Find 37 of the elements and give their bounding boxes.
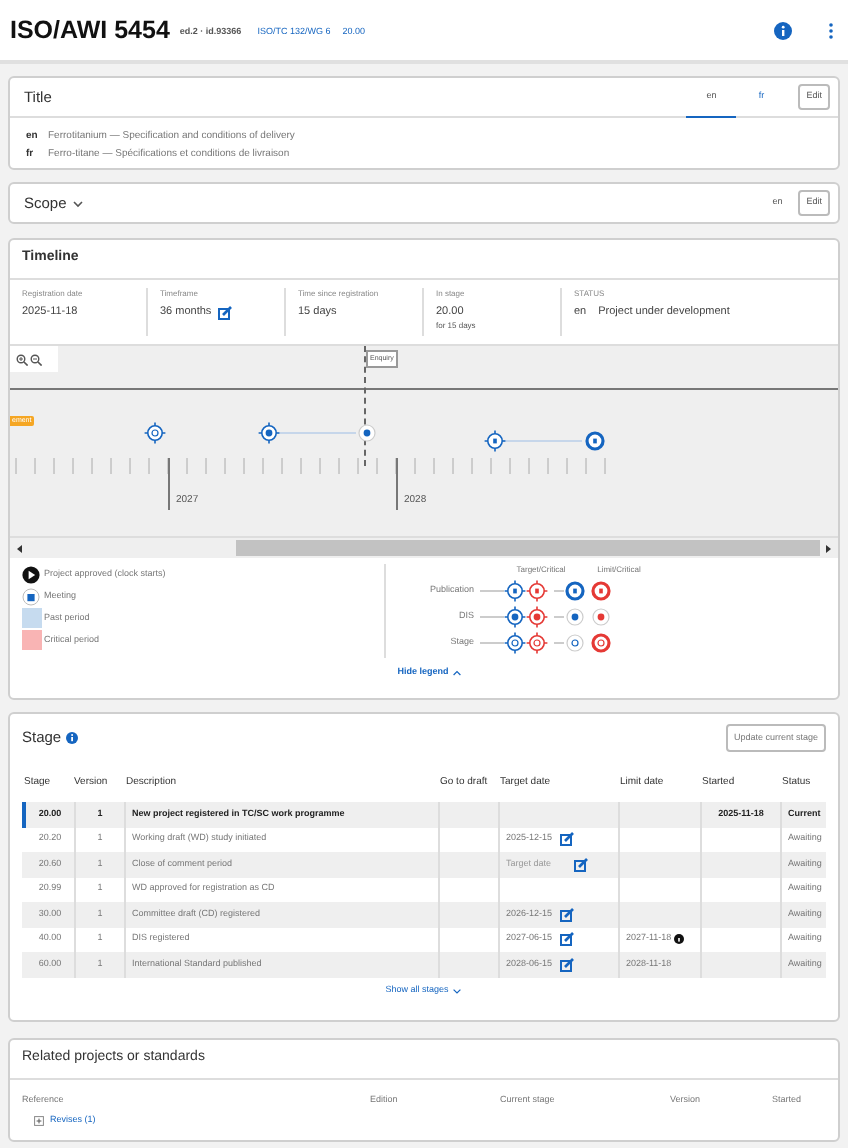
play-circle-icon bbox=[22, 565, 42, 583]
target-symbol-icon bbox=[504, 580, 526, 602]
critical-target-symbol-icon bbox=[526, 632, 548, 654]
critical-limit-symbol-icon bbox=[590, 606, 612, 628]
scroll-right-icon[interactable] bbox=[824, 543, 832, 553]
chevron-down-icon bbox=[452, 988, 463, 994]
critical-period-swatch bbox=[22, 630, 42, 650]
past-period-swatch bbox=[22, 608, 42, 628]
target-symbol-icon bbox=[504, 606, 526, 628]
edit-icon[interactable] bbox=[560, 907, 575, 922]
zoom-out-icon[interactable] bbox=[30, 353, 42, 365]
scroll-left-icon[interactable] bbox=[16, 543, 24, 553]
more-menu-icon[interactable] bbox=[828, 21, 834, 39]
meeting-icon bbox=[22, 587, 42, 605]
edit-icon[interactable] bbox=[574, 857, 588, 872]
target-marker-icon bbox=[143, 421, 165, 443]
target-marker-icon bbox=[257, 421, 279, 443]
scrollbar-thumb[interactable] bbox=[236, 540, 820, 556]
edit-icon[interactable] bbox=[560, 957, 575, 972]
target-symbol-icon bbox=[504, 632, 526, 654]
edit-icon[interactable] bbox=[560, 832, 575, 847]
zoom-in-icon[interactable] bbox=[16, 353, 28, 365]
expand-icon bbox=[34, 1115, 44, 1125]
limit-marker-icon bbox=[583, 429, 605, 451]
target-marker-icon bbox=[483, 429, 505, 451]
edit-icon[interactable] bbox=[217, 305, 232, 320]
edit-icon[interactable] bbox=[560, 932, 575, 947]
critical-limit-symbol-icon bbox=[590, 632, 612, 654]
info-icon[interactable] bbox=[673, 934, 684, 945]
chevron-down-icon[interactable] bbox=[72, 199, 85, 207]
critical-target-symbol-icon bbox=[526, 580, 548, 602]
critical-target-symbol-icon bbox=[526, 606, 548, 628]
document-title: ISO/AWI 5454 bbox=[10, 13, 170, 48]
limit-marker-icon bbox=[355, 421, 377, 443]
limit-symbol-icon bbox=[564, 580, 586, 602]
critical-limit-symbol-icon bbox=[590, 580, 612, 602]
chevron-up-icon bbox=[452, 669, 463, 676]
